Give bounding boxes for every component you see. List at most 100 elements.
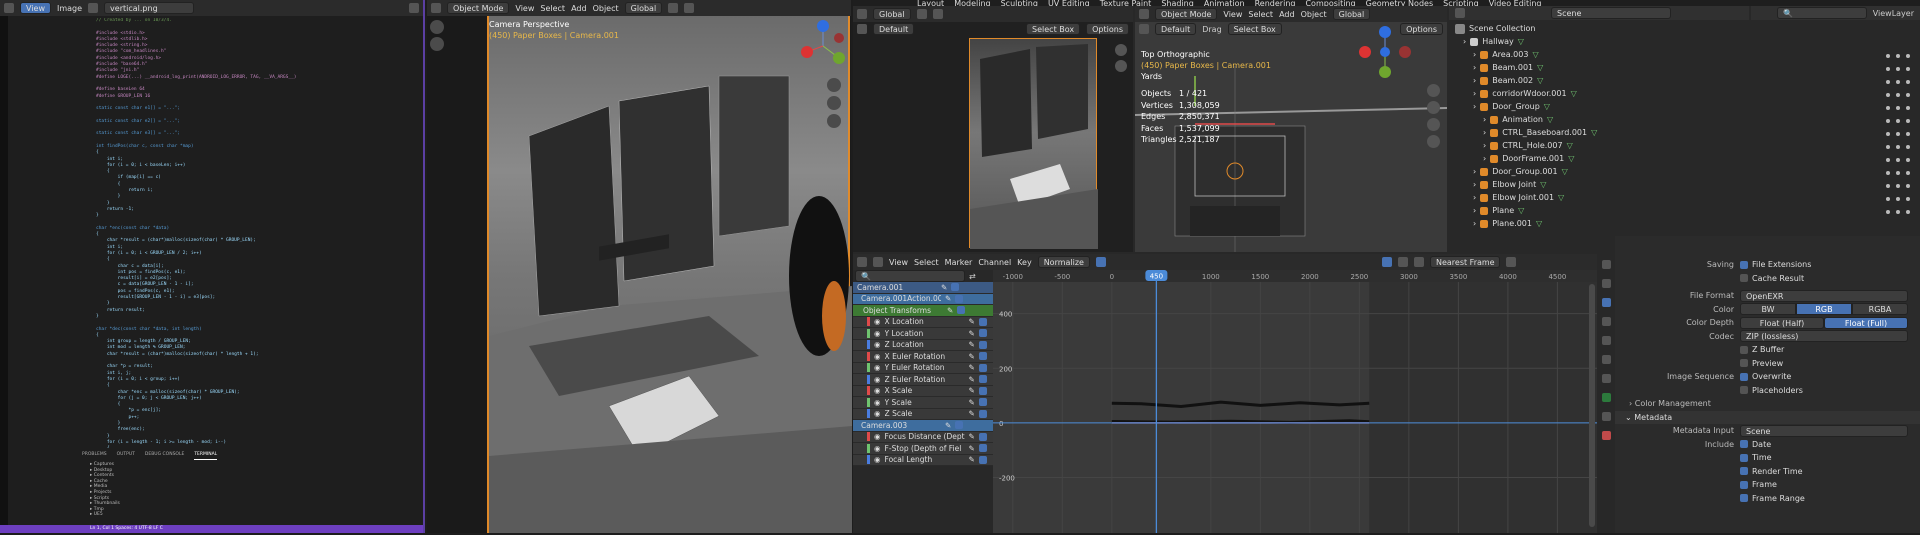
expand-arrow-icon[interactable]: › xyxy=(1473,193,1476,202)
menu-key[interactable]: Key xyxy=(1017,258,1032,267)
options-button[interactable]: Options xyxy=(1086,23,1129,35)
menu-marker[interactable]: Marker xyxy=(945,258,973,267)
channel-row[interactable]: ◉ X Scale ✎ xyxy=(853,385,993,397)
constraints-tab-icon[interactable] xyxy=(1601,431,1611,440)
image-browse-icon[interactable] xyxy=(88,3,99,13)
axis-gizmo[interactable] xyxy=(795,18,851,74)
lock-icon[interactable]: ✎ xyxy=(969,375,975,384)
scene-selector[interactable]: Scene xyxy=(1551,7,1671,19)
channel-row[interactable]: ◉ Y Euler Rotation ✎ xyxy=(853,362,993,374)
visibility-eye-icon[interactable]: ◉ xyxy=(874,317,881,326)
tab-terminal[interactable]: TERMINAL xyxy=(194,452,218,460)
menu-select[interactable]: Select xyxy=(1248,10,1273,19)
menu-add[interactable]: Add xyxy=(1279,10,1295,19)
move-icon[interactable] xyxy=(857,24,867,34)
graph-editor[interactable]: View Select Marker Channel Key Normalize… xyxy=(853,254,1597,533)
pan-hand-icon[interactable] xyxy=(430,37,444,51)
include-checkbox[interactable] xyxy=(1740,467,1748,476)
camera-frame[interactable] xyxy=(487,16,852,533)
editor-type-icon[interactable] xyxy=(857,9,867,19)
lock-icon[interactable]: ✎ xyxy=(941,283,947,292)
scene-collection-row[interactable]: Scene Collection xyxy=(1455,22,1743,35)
preview-checkbox[interactable] xyxy=(1740,359,1748,368)
camera-view-area[interactable]: Global Default Select Box Options xyxy=(853,6,1133,252)
visibility-eye-icon[interactable]: ◉ xyxy=(874,386,881,395)
channel-row[interactable]: ◉ Z Euler Rotation ✎ xyxy=(853,374,993,386)
codec-dropdown[interactable]: ZIP (lossless) xyxy=(1740,330,1908,343)
mute-checkbox[interactable] xyxy=(978,455,987,464)
depth-full-button[interactable]: Float (Full) xyxy=(1824,316,1908,329)
mode-dropdown[interactable]: Global xyxy=(873,8,911,20)
file-extensions-checkbox[interactable] xyxy=(1740,260,1748,269)
proportional-icon[interactable] xyxy=(684,3,695,13)
snap-mode-dropdown[interactable]: Nearest Frame xyxy=(1429,256,1500,268)
mode-dropdown[interactable]: Object Mode xyxy=(447,2,510,14)
channel-row[interactable]: ◉ Z Location ✎ xyxy=(853,339,993,351)
output-tab-icon[interactable] xyxy=(1601,298,1611,307)
expand-arrow-icon[interactable]: › xyxy=(1473,63,1476,72)
pan-hand-icon[interactable] xyxy=(827,96,841,110)
lock-icon[interactable]: ✎ xyxy=(969,432,975,441)
expand-arrow-icon[interactable]: › xyxy=(1483,141,1486,150)
camera-frame[interactable] xyxy=(969,38,1098,249)
mute-checkbox[interactable] xyxy=(978,409,987,418)
visibility-eye-icon[interactable]: ◉ xyxy=(874,444,881,453)
include-checkbox[interactable] xyxy=(1740,453,1748,462)
filter-icon[interactable] xyxy=(1381,257,1392,267)
render-tab-icon[interactable] xyxy=(1601,279,1611,288)
mute-checkbox[interactable] xyxy=(978,352,987,361)
mute-checkbox[interactable] xyxy=(957,306,966,315)
visibility-eye-icon[interactable]: ◉ xyxy=(874,398,881,407)
expand-arrow-icon[interactable]: › xyxy=(1473,76,1476,85)
lock-icon[interactable]: ✎ xyxy=(945,294,951,303)
ghost-curves-icon[interactable] xyxy=(1095,257,1106,267)
editor-type-icon[interactable] xyxy=(4,3,14,13)
transform-dropdown[interactable]: Default xyxy=(873,23,915,35)
outliner-row[interactable]: › CTRL_Baseboard.001 ▽ xyxy=(1455,126,1743,139)
channel-row[interactable]: ◉ X Euler Rotation ✎ xyxy=(853,351,993,363)
channel-row[interactable]: ◉ Focus Distance (Depth ✎ xyxy=(853,431,993,443)
menu-object[interactable]: Object xyxy=(1301,10,1327,19)
grid-icon[interactable] xyxy=(1427,135,1440,148)
visibility-eye-icon[interactable]: ◉ xyxy=(874,352,881,361)
expand-arrow-icon[interactable]: › xyxy=(1473,180,1476,189)
mute-checkbox[interactable] xyxy=(978,317,987,326)
outliner-row[interactable]: › CTRL_Hole.007 ▽ xyxy=(1455,139,1743,152)
include-checkbox[interactable] xyxy=(1740,494,1748,503)
code-area[interactable]: // Created by ... on 10/3/4. #include <st… xyxy=(82,18,422,448)
top-ortho-viewport[interactable]: Object Mode View Select Add Object Globa… xyxy=(1135,6,1447,252)
pan-hand-icon[interactable] xyxy=(1427,101,1440,114)
overwrite-checkbox[interactable] xyxy=(1740,372,1748,381)
depth-half-button[interactable]: Float (Half) xyxy=(1740,316,1824,329)
pan-hand-icon[interactable] xyxy=(1115,60,1127,72)
visibility-eye-icon[interactable]: ◉ xyxy=(874,363,881,372)
outliner-row[interactable]: › Door_Group.001 ▽ xyxy=(1455,165,1743,178)
visibility-eye-icon[interactable]: ◉ xyxy=(874,329,881,338)
zoom-icon[interactable] xyxy=(827,78,841,92)
outliner-row[interactable]: › Beam.001 ▽ xyxy=(1455,61,1743,74)
zoom-icon[interactable] xyxy=(1427,84,1440,97)
menu-view[interactable]: View xyxy=(515,4,534,13)
expand-arrow-icon[interactable]: › xyxy=(1483,128,1486,137)
lock-icon[interactable]: ✎ xyxy=(969,363,975,372)
camera-icon[interactable] xyxy=(827,114,841,128)
include-checkbox[interactable] xyxy=(1740,480,1748,489)
lock-icon[interactable]: ✎ xyxy=(969,340,975,349)
pivot-icon[interactable] xyxy=(1397,257,1408,267)
outliner-row[interactable]: › Door_Group ▽ xyxy=(1455,100,1743,113)
mute-checkbox[interactable] xyxy=(955,294,964,303)
channel-row[interactable]: ◉ Y Scale ✎ xyxy=(853,397,993,409)
move-icon[interactable] xyxy=(1139,24,1149,34)
lock-icon[interactable]: ✎ xyxy=(969,386,975,395)
editor-type-icon[interactable] xyxy=(1139,9,1149,19)
search-input[interactable]: 🔍 xyxy=(1777,7,1867,19)
outliner-row[interactable]: › Hallway ▽ xyxy=(1455,35,1743,48)
mute-checkbox[interactable] xyxy=(978,432,987,441)
lock-icon[interactable]: ✎ xyxy=(969,317,975,326)
expand-arrow-icon[interactable]: › xyxy=(1473,167,1476,176)
file-format-dropdown[interactable]: OpenEXR xyxy=(1740,289,1908,302)
transform-dropdown[interactable]: Default xyxy=(1155,23,1197,35)
snap-icon[interactable] xyxy=(668,3,679,13)
lock-icon[interactable]: ✎ xyxy=(969,352,975,361)
visibility-eye-icon[interactable]: ◉ xyxy=(874,375,881,384)
